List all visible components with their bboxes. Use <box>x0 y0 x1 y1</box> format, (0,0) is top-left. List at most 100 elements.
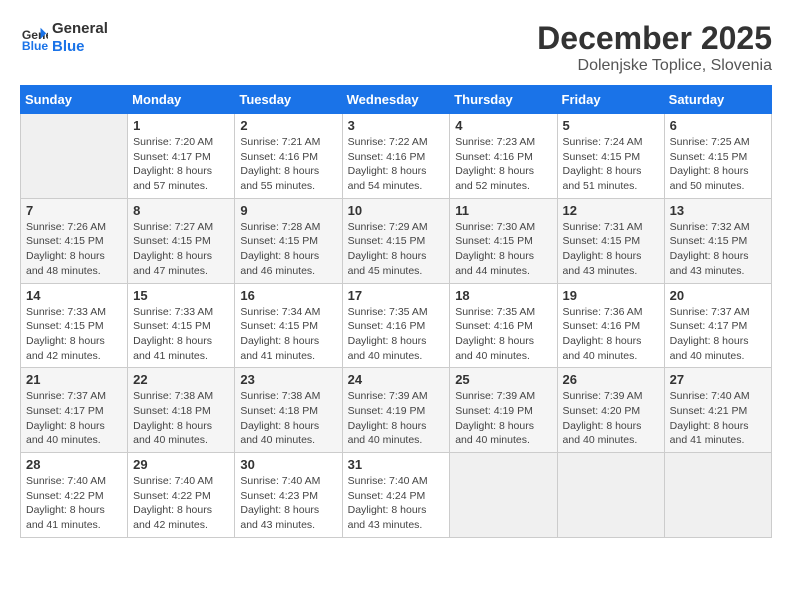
header-cell-sunday: Sunday <box>21 86 128 114</box>
calendar-cell: 17Sunrise: 7:35 AM Sunset: 4:16 PM Dayli… <box>342 283 450 368</box>
day-number: 30 <box>240 457 336 472</box>
page-header: General Blue General Blue December 2025 … <box>20 20 772 75</box>
logo-general: General <box>52 20 108 38</box>
day-info: Sunrise: 7:37 AM Sunset: 4:17 PM Dayligh… <box>26 389 122 448</box>
week-row-3: 14 Sunrise: 7:33 AM Sunset: 4:15 PM Dayli… <box>21 283 772 368</box>
day-number: 27 <box>670 372 766 387</box>
calendar-cell: 24 Sunrise: 7:39 AM Sunset: 4:19 PM Dayli… <box>342 368 450 453</box>
calendar-cell: 30 Sunrise: 7:40 AM Sunset: 4:23 PM Dayli… <box>235 453 342 538</box>
day-info: Sunrise: 7:40 AM Sunset: 4:23 PM Dayligh… <box>240 474 336 533</box>
calendar-cell: 25 Sunrise: 7:39 AM Sunset: 4:19 PM Dayli… <box>450 368 557 453</box>
calendar-cell: 31 Sunrise: 7:40 AM Sunset: 4:24 PM Dayli… <box>342 453 450 538</box>
calendar-table: SundayMondayTuesdayWednesdayThursdayFrid… <box>20 85 772 538</box>
day-info: Sunrise: 7:23 AM Sunset: 4:16 PM Dayligh… <box>455 135 551 194</box>
calendar-cell: 1 Sunrise: 7:20 AM Sunset: 4:17 PM Daylig… <box>128 114 235 199</box>
calendar-cell: 23Sunrise: 7:38 AM Sunset: 4:18 PM Dayli… <box>235 368 342 453</box>
day-info: Sunrise: 7:30 AM Sunset: 4:15 PM Dayligh… <box>455 220 551 279</box>
week-row-4: 21 Sunrise: 7:37 AM Sunset: 4:17 PM Dayli… <box>21 368 772 453</box>
day-info: Sunrise: 7:28 AM Sunset: 4:15 PM Dayligh… <box>240 220 336 279</box>
day-number: 19 <box>563 288 659 303</box>
day-number: 4 <box>455 118 551 133</box>
calendar-cell: 26 Sunrise: 7:39 AM Sunset: 4:20 PM Dayli… <box>557 368 664 453</box>
calendar-cell <box>450 453 557 538</box>
day-number: 24 <box>348 372 445 387</box>
calendar-cell: 28 Sunrise: 7:40 AM Sunset: 4:22 PM Dayli… <box>21 453 128 538</box>
logo-icon: General Blue <box>20 24 48 52</box>
calendar-header: SundayMondayTuesdayWednesdayThursdayFrid… <box>21 86 772 114</box>
day-number: 1 <box>133 118 229 133</box>
day-number: 13 <box>670 203 766 218</box>
month-year: December 2025 <box>537 20 772 57</box>
day-info: Sunrise: 7:32 AM Sunset: 4:15 PM Dayligh… <box>670 220 766 279</box>
day-info: Sunrise: 7:40 AM Sunset: 4:22 PM Dayligh… <box>26 474 122 533</box>
day-number: 22 <box>133 372 229 387</box>
day-number: 25 <box>455 372 551 387</box>
calendar-cell: 2 Sunrise: 7:21 AM Sunset: 4:16 PM Daylig… <box>235 114 342 199</box>
week-row-5: 28 Sunrise: 7:40 AM Sunset: 4:22 PM Dayli… <box>21 453 772 538</box>
header-cell-thursday: Thursday <box>450 86 557 114</box>
calendar-cell: 7Sunrise: 7:26 AM Sunset: 4:15 PM Daylig… <box>21 198 128 283</box>
calendar-cell: 8 Sunrise: 7:27 AM Sunset: 4:15 PM Daylig… <box>128 198 235 283</box>
day-info: Sunrise: 7:26 AM Sunset: 4:15 PM Dayligh… <box>26 220 122 279</box>
day-info: Sunrise: 7:33 AM Sunset: 4:15 PM Dayligh… <box>26 305 122 364</box>
day-info: Sunrise: 7:39 AM Sunset: 4:19 PM Dayligh… <box>455 389 551 448</box>
calendar-cell: 9 Sunrise: 7:28 AM Sunset: 4:15 PM Daylig… <box>235 198 342 283</box>
day-info: Sunrise: 7:37 AM Sunset: 4:17 PM Dayligh… <box>670 305 766 364</box>
calendar-cell: 21 Sunrise: 7:37 AM Sunset: 4:17 PM Dayli… <box>21 368 128 453</box>
day-number: 12 <box>563 203 659 218</box>
calendar-cell: 20 Sunrise: 7:37 AM Sunset: 4:17 PM Dayli… <box>664 283 771 368</box>
day-info: Sunrise: 7:34 AM Sunset: 4:15 PM Dayligh… <box>240 305 336 364</box>
day-info: Sunrise: 7:31 AM Sunset: 4:15 PM Dayligh… <box>563 220 659 279</box>
day-info: Sunrise: 7:40 AM Sunset: 4:24 PM Dayligh… <box>348 474 445 533</box>
day-number: 3 <box>348 118 445 133</box>
day-number: 31 <box>348 457 445 472</box>
calendar-body: 1 Sunrise: 7:20 AM Sunset: 4:17 PM Daylig… <box>21 114 772 538</box>
calendar-cell: 14 Sunrise: 7:33 AM Sunset: 4:15 PM Dayli… <box>21 283 128 368</box>
day-info: Sunrise: 7:20 AM Sunset: 4:17 PM Dayligh… <box>133 135 229 194</box>
day-number: 21 <box>26 372 122 387</box>
day-info: Sunrise: 7:38 AM Sunset: 4:18 PM Dayligh… <box>133 389 229 448</box>
day-number: 9 <box>240 203 336 218</box>
calendar-cell: 3 Sunrise: 7:22 AM Sunset: 4:16 PM Daylig… <box>342 114 450 199</box>
day-number: 15 <box>133 288 229 303</box>
title-block: December 2025 Dolenjske Toplice, Sloveni… <box>537 20 772 75</box>
day-info: Sunrise: 7:36 AM Sunset: 4:16 PM Dayligh… <box>563 305 659 364</box>
day-info: Sunrise: 7:21 AM Sunset: 4:16 PM Dayligh… <box>240 135 336 194</box>
calendar-cell: 19 Sunrise: 7:36 AM Sunset: 4:16 PM Dayli… <box>557 283 664 368</box>
day-info: Sunrise: 7:39 AM Sunset: 4:19 PM Dayligh… <box>348 389 445 448</box>
day-info: Sunrise: 7:40 AM Sunset: 4:21 PM Dayligh… <box>670 389 766 448</box>
calendar-cell <box>21 114 128 199</box>
week-row-2: 7Sunrise: 7:26 AM Sunset: 4:15 PM Daylig… <box>21 198 772 283</box>
day-number: 6 <box>670 118 766 133</box>
day-number: 11 <box>455 203 551 218</box>
week-row-1: 1 Sunrise: 7:20 AM Sunset: 4:17 PM Daylig… <box>21 114 772 199</box>
calendar-cell <box>557 453 664 538</box>
day-number: 28 <box>26 457 122 472</box>
calendar-cell: 10 Sunrise: 7:29 AM Sunset: 4:15 PM Dayli… <box>342 198 450 283</box>
calendar-cell: 18Sunrise: 7:35 AM Sunset: 4:16 PM Dayli… <box>450 283 557 368</box>
day-info: Sunrise: 7:29 AM Sunset: 4:15 PM Dayligh… <box>348 220 445 279</box>
location: Dolenjske Toplice, Slovenia <box>537 57 772 75</box>
calendar-cell: 27 Sunrise: 7:40 AM Sunset: 4:21 PM Dayli… <box>664 368 771 453</box>
day-number: 17 <box>348 288 445 303</box>
day-number: 29 <box>133 457 229 472</box>
day-number: 10 <box>348 203 445 218</box>
day-info: Sunrise: 7:27 AM Sunset: 4:15 PM Dayligh… <box>133 220 229 279</box>
day-info: Sunrise: 7:39 AM Sunset: 4:20 PM Dayligh… <box>563 389 659 448</box>
calendar-cell: 4 Sunrise: 7:23 AM Sunset: 4:16 PM Daylig… <box>450 114 557 199</box>
calendar-cell: 11 Sunrise: 7:30 AM Sunset: 4:15 PM Dayli… <box>450 198 557 283</box>
day-info: Sunrise: 7:25 AM Sunset: 4:15 PM Dayligh… <box>670 135 766 194</box>
calendar-cell: 12 Sunrise: 7:31 AM Sunset: 4:15 PM Dayli… <box>557 198 664 283</box>
day-number: 20 <box>670 288 766 303</box>
svg-text:Blue: Blue <box>22 39 48 52</box>
day-number: 14 <box>26 288 122 303</box>
header-cell-tuesday: Tuesday <box>235 86 342 114</box>
calendar-cell: 22 Sunrise: 7:38 AM Sunset: 4:18 PM Dayli… <box>128 368 235 453</box>
header-cell-monday: Monday <box>128 86 235 114</box>
day-number: 8 <box>133 203 229 218</box>
calendar-cell <box>664 453 771 538</box>
day-number: 2 <box>240 118 336 133</box>
day-info: Sunrise: 7:22 AM Sunset: 4:16 PM Dayligh… <box>348 135 445 194</box>
day-number: 26 <box>563 372 659 387</box>
header-cell-saturday: Saturday <box>664 86 771 114</box>
